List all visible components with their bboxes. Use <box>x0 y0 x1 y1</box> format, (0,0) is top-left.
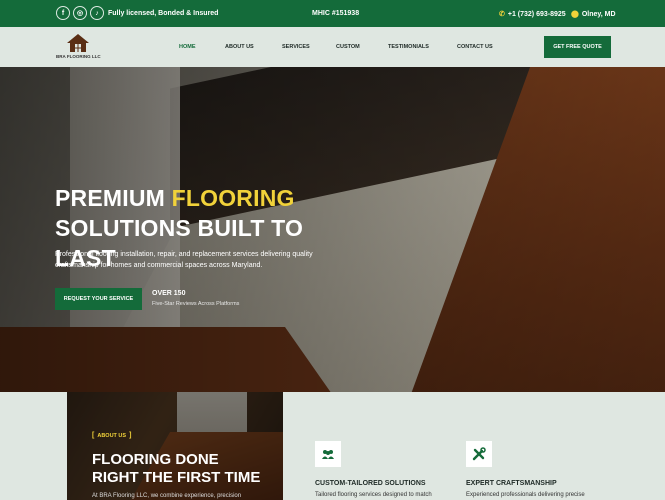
feature-title-custom: CUSTOM-TAILORED SOLUTIONS <box>315 480 426 487</box>
reviews-count: OVER 150 <box>152 290 186 297</box>
licensed-text: Fully licensed, Bonded & Insured <box>108 10 219 17</box>
location-text: Olney, MD <box>581 10 616 18</box>
nav-testimonials[interactable]: TESTIMONIALS <box>388 44 429 50</box>
about-tag-label: ABOUT US <box>97 432 127 439</box>
hero-section: PREMIUM FLOORING SOLUTIONS BUILT TO LAST… <box>0 67 665 392</box>
nav-home[interactable]: HOME <box>179 44 196 50</box>
get-free-quote-button[interactable]: GET FREE QUOTE <box>544 36 611 58</box>
top-bar: f ◎ ♪ Fully licensed, Bonded & Insured M… <box>0 0 665 27</box>
people-icon <box>315 441 341 467</box>
tools-icon <box>466 441 492 467</box>
instagram-icon[interactable]: ◎ <box>73 6 87 20</box>
facebook-icon[interactable]: f <box>56 6 70 20</box>
phone-icon: ✆ <box>499 11 505 18</box>
tiktok-icon[interactable]: ♪ <box>90 6 104 20</box>
hero-title-highlight: FLOORING <box>171 185 295 211</box>
hero-description: Professional flooring installation, repa… <box>55 251 313 269</box>
reviews-subtitle: Five-Star Reviews Across Platforms <box>152 301 240 307</box>
about-text: At BRA Flooring LLC, we combine experien… <box>92 493 242 499</box>
nav-contact-us[interactable]: CONTACT US <box>457 44 493 50</box>
feature-text-craftsmanship: Experienced professionals delivering pre… <box>466 492 585 498</box>
feature-text-custom: Tailored flooring services designed to m… <box>315 492 432 498</box>
phone-number: +1 (732) 693-8925 <box>507 10 566 18</box>
request-service-button[interactable]: REQUEST YOUR SERVICE <box>55 288 142 310</box>
nav-custom[interactable]: CUSTOM <box>336 44 360 50</box>
about-tag: [ ABOUT US ] <box>92 432 131 439</box>
house-icon <box>67 34 89 52</box>
main-nav: BRA FLOORING LLC HOME ABOUT US SERVICES … <box>0 27 665 67</box>
about-title: FLOORING DONE RIGHT THE FIRST TIME <box>92 451 261 486</box>
mhic-number: MHIC #151938 <box>312 10 360 17</box>
bracket-icon: ] <box>129 432 132 439</box>
logo[interactable]: BRA FLOORING LLC <box>56 33 101 63</box>
logo-text: BRA FLOORING LLC <box>56 54 101 59</box>
location: ⬤ Olney, MD <box>571 10 616 19</box>
bracket-icon: [ <box>92 432 95 439</box>
map-pin-icon: ⬤ <box>571 11 579 18</box>
social-links: f ◎ ♪ <box>56 6 104 20</box>
nav-about-us[interactable]: ABOUT US <box>225 44 254 50</box>
phone-link[interactable]: ✆ +1 (732) 693-8925 <box>499 10 566 19</box>
nav-services[interactable]: SERVICES <box>282 44 310 50</box>
hero-title-part1: PREMIUM <box>55 185 172 211</box>
feature-title-craftsmanship: EXPERT CRAFTSMANSHIP <box>466 480 557 487</box>
